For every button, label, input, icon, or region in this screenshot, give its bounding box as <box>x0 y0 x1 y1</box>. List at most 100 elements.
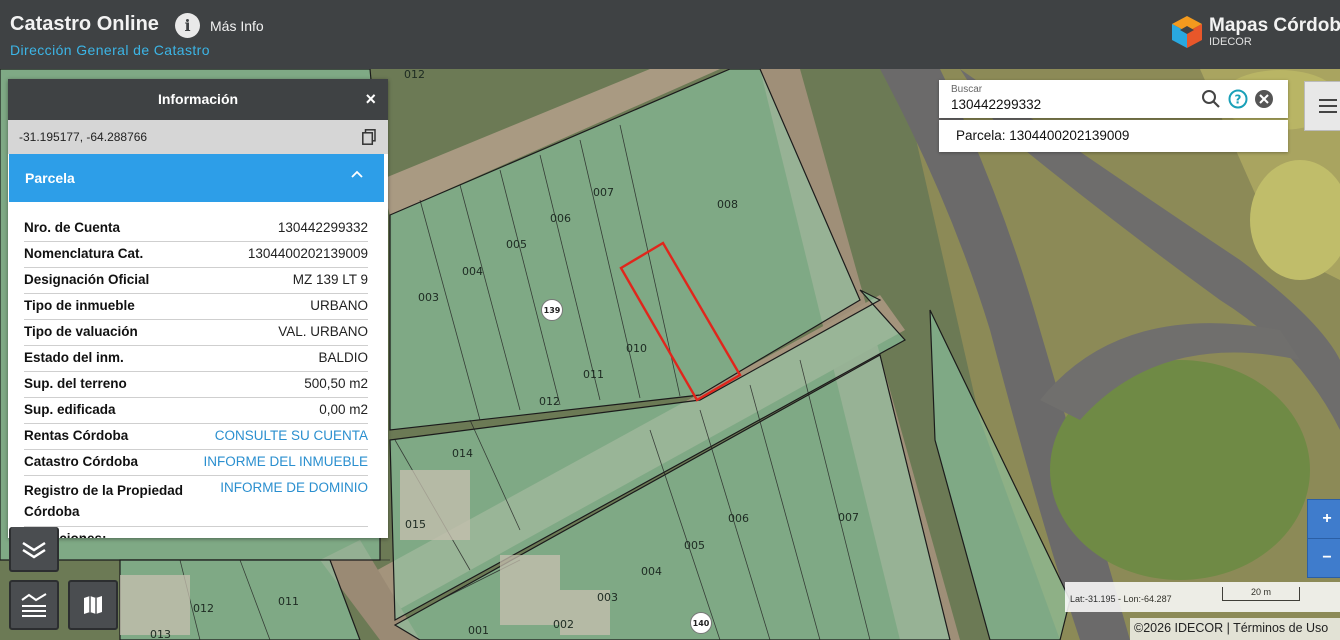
attribute-key: Nomenclatura Cat. <box>24 246 144 261</box>
layers-button[interactable] <box>9 527 59 572</box>
parcel-attributes-list: Nro. de Cuenta 130442299332 Nomenclatura … <box>8 202 388 538</box>
attribute-row: Nro. de Cuenta 130442299332 <box>24 216 368 242</box>
attribute-row: Tipo de valuación VAL. URBANO <box>24 320 368 346</box>
map-icon <box>84 596 102 614</box>
parcel-label: 006 <box>728 512 749 525</box>
map-view-button[interactable] <box>68 580 118 630</box>
parcel-label: 004 <box>462 265 483 278</box>
attribute-value: MZ 139 LT 9 <box>292 272 368 287</box>
app-title: Catastro Online <box>10 13 159 35</box>
attribute-key: Tipo de inmueble <box>24 298 135 313</box>
scale-bar-container: 20 m <box>1215 582 1340 612</box>
parcel-label: 005 <box>506 238 527 251</box>
search-box: Buscar ? <box>939 80 1288 118</box>
parcel-label: 008 <box>717 198 738 211</box>
attribute-value: 130442299332 <box>277 220 368 235</box>
clear-search-icon[interactable] <box>1254 89 1274 109</box>
parcel-label: 015 <box>405 518 426 531</box>
attribute-value: URBANO <box>310 298 368 313</box>
attribute-key: Tipo de valuación <box>24 324 138 339</box>
parcel-label: 003 <box>597 591 618 604</box>
parcel-label: 012 <box>404 68 425 81</box>
attribute-row: Registro de la Propiedad Córdoba INFORME … <box>24 476 368 527</box>
attribute-key: Rentas Córdoba <box>24 428 129 443</box>
parcel-label: 005 <box>684 539 705 552</box>
search-icon[interactable] <box>1201 89 1221 109</box>
attribute-row: Valuaciones: <box>24 527 368 538</box>
attribute-row: Sup. del terreno 500,50 m2 <box>24 372 368 398</box>
parcel-label: 007 <box>593 186 614 199</box>
attribute-value: 1304400202139009 <box>247 246 368 261</box>
catastro-report-link[interactable]: INFORME DEL INMUEBLE <box>203 454 368 471</box>
zoom-out-button[interactable]: − <box>1307 538 1340 578</box>
attribute-row: Sup. edificada 0,00 m2 <box>24 398 368 424</box>
help-icon[interactable]: ? <box>1228 89 1248 109</box>
coordinates-bar: -31.195177, -64.288766 <box>8 120 388 154</box>
attribute-value: BALDIO <box>318 350 368 365</box>
attribute-key: Registro de la Propiedad Córdoba <box>24 483 184 519</box>
chevron-up-icon[interactable] <box>350 167 364 181</box>
attribute-key: Estado del inm. <box>24 350 124 365</box>
parcel-label: 006 <box>550 212 571 225</box>
parcel-label: 003 <box>418 291 439 304</box>
parcel-label: 014 <box>452 447 473 460</box>
brand-subtitle: IDECOR <box>1209 36 1252 48</box>
parcel-section-title: Parcela <box>25 170 75 186</box>
close-icon[interactable]: × <box>365 89 376 110</box>
more-info-label: Más Info <box>210 17 264 34</box>
info-panel: Información × -31.195177, -64.288766 Par… <box>8 79 388 538</box>
basemap-style-button[interactable] <box>9 580 59 630</box>
coordinate-readout-text: Lat:-31.195 - Lon:-64.287 <box>1070 594 1172 604</box>
scale-bar: 20 m <box>1222 587 1300 601</box>
attribute-row: Tipo de inmueble URBANO <box>24 294 368 320</box>
parcel-label: 012 <box>539 395 560 408</box>
rentas-link[interactable]: CONSULTE SU CUENTA <box>215 428 368 445</box>
search-result-item[interactable]: Parcela: 1304400202139009 <box>939 120 1288 152</box>
parcel-label: 013 <box>150 628 171 640</box>
attribute-row: Catastro Córdoba INFORME DEL INMUEBLE <box>24 450 368 476</box>
menu-button[interactable] <box>1304 81 1340 131</box>
cube-logo-icon <box>1172 16 1202 48</box>
parcel-label: 012 <box>193 602 214 615</box>
zoom-in-button[interactable]: + <box>1307 499 1340 539</box>
info-panel-title: Información <box>157 91 239 107</box>
terrain-icon <box>21 593 47 617</box>
brand-logo-block[interactable]: Mapas Córdob IDECOR <box>1170 14 1340 50</box>
parcel-label: 011 <box>278 595 299 608</box>
more-info-button[interactable]: i Más Info <box>175 13 264 38</box>
parcel-label: 002 <box>553 618 574 631</box>
parcel-label: 007 <box>838 511 859 524</box>
info-panel-header: Información × <box>8 79 388 120</box>
app-subtitle[interactable]: Dirección General de Catastro <box>10 42 210 58</box>
search-label: Buscar <box>951 84 983 95</box>
parcel-section-header[interactable]: Parcela <box>9 154 384 202</box>
coordinates-text: -31.195177, -64.288766 <box>19 130 148 144</box>
attribute-key: Designación Oficial <box>24 272 150 287</box>
attribute-row: Designación Oficial MZ 139 LT 9 <box>24 268 368 294</box>
attribute-row: Rentas Córdoba CONSULTE SU CUENTA <box>24 424 368 450</box>
coordinate-readout: Lat:-31.195 - Lon:-64.287 <box>1065 582 1215 612</box>
svg-text:?: ? <box>1235 93 1242 107</box>
attribute-value: 0,00 m2 <box>319 402 368 417</box>
attribute-value: VAL. URBANO <box>278 324 368 339</box>
app-header: Catastro Online Dirección General de Cat… <box>0 0 1340 69</box>
attribution-footer[interactable]: ©2026 IDECOR | Términos de Uso <box>1130 618 1340 640</box>
layers-icon <box>22 541 46 558</box>
parcel-label: 004 <box>641 565 662 578</box>
route-badge: 140 <box>690 612 712 634</box>
parcel-label: 010 <box>626 342 647 355</box>
attribute-key: Catastro Córdoba <box>24 454 139 469</box>
search-input[interactable] <box>951 97 1191 112</box>
brand-name: Mapas Córdob <box>1209 15 1340 36</box>
attribute-row: Estado del inm. BALDIO <box>24 346 368 372</box>
attribute-key: Nro. de Cuenta <box>24 220 121 235</box>
attribute-key: Sup. del terreno <box>24 376 127 391</box>
attribute-key: Sup. edificada <box>24 402 116 417</box>
attribute-row: Nomenclatura Cat. 1304400202139009 <box>24 242 368 268</box>
hamburger-icon <box>1319 99 1337 113</box>
parcel-label: 001 <box>468 624 489 637</box>
copy-icon[interactable] <box>362 129 376 145</box>
attribute-value: 500,50 m2 <box>304 376 368 391</box>
dominio-report-link[interactable]: INFORME DE DOMINIO <box>220 480 368 522</box>
route-badge: 139 <box>541 299 563 321</box>
